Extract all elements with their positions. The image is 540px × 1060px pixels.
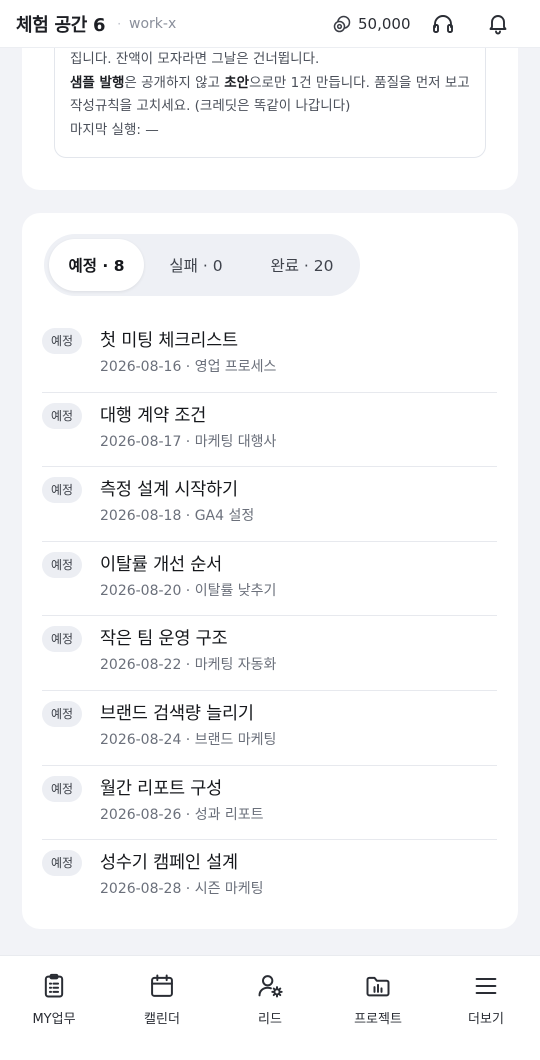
status-badge: 예정 [42, 775, 83, 802]
notice-text: 으로만 1건 만듭니다. 품질을 먼저 보고 [249, 74, 470, 91]
headset-icon[interactable] [431, 12, 455, 36]
item-title: 성수기 캠페인 설계 [100, 853, 238, 874]
tab-completed[interactable]: 완료 · 20 [248, 239, 356, 291]
status-badge: 예정 [42, 700, 83, 727]
item-meta: 2026-08-26 · 성과 리포트 [100, 806, 264, 823]
list-item[interactable]: 예정 성수기 캠페인 설계 2026-08-28 · 시즌 마케팅 [42, 840, 497, 915]
notice-line-3: 작성규칙을 고치세요. (크레딧은 똑같이 나갑니다) [70, 98, 351, 114]
nav-label: 캘린더 [144, 1012, 180, 1027]
nav-more[interactable]: 더보기 [432, 956, 540, 1060]
list-item[interactable]: 예정 이탈률 개선 순서 2026-08-20 · 이탈률 낮추기 [42, 542, 497, 617]
title-separator: · [117, 16, 122, 31]
bottom-nav: MY업무 캘린더 리드 프로젝트 더보기 [0, 955, 540, 1060]
item-meta: 2026-08-17 · 마케팅 대행사 [100, 433, 277, 450]
item-meta: 2026-08-22 · 마케팅 자동화 [100, 657, 277, 674]
item-title: 첫 미팅 체크리스트 [100, 331, 238, 351]
coin-icon [333, 15, 351, 33]
list-item[interactable]: 예정 대행 계약 조건 2026-08-17 · 마케팅 대행사 [42, 393, 497, 468]
nav-projects[interactable]: 프로젝트 [324, 956, 432, 1060]
last-run: 마지막 실행: — [70, 121, 159, 138]
item-title: 측정 설계 시작하기 [100, 480, 238, 501]
notice-text: 은 공개하지 않고 [124, 74, 225, 91]
menu-icon [475, 977, 497, 995]
clipboard-icon [44, 973, 64, 998]
item-meta: 2026-08-18 · GA4 설정 [100, 508, 255, 525]
nav-calendar[interactable]: 캘린더 [108, 956, 216, 1060]
status-badge: 예정 [42, 850, 83, 877]
item-title: 월간 리포트 구성 [100, 778, 223, 799]
status-badge: 예정 [42, 477, 83, 504]
nav-leads[interactable]: 리드 [216, 956, 324, 1060]
item-title: 브랜드 검색량 늘리기 [100, 703, 254, 724]
item-title: 이탈률 개선 순서 [100, 554, 223, 575]
top-bar: 체험 공간 6 · work-x 50,000 [0, 0, 540, 48]
list-item[interactable]: 예정 작은 팀 운영 구조 2026-08-22 · 마케팅 자동화 [42, 616, 497, 691]
queue-card: 예정 · 8 실패 · 0 완료 · 20 예정 첫 미팅 체크리스트 2026… [22, 213, 518, 929]
user-gear-icon [258, 975, 283, 998]
credit-amount: 50,000 [358, 15, 411, 33]
item-title: 작은 팀 운영 구조 [100, 629, 228, 650]
nav-label: MY업무 [32, 1012, 76, 1027]
list-item[interactable]: 예정 브랜드 검색량 늘리기 2026-08-24 · 브랜드 마케팅 [42, 691, 497, 766]
item-meta: 2026-08-16 · 영업 프로세스 [100, 359, 277, 375]
list-item[interactable]: 예정 측정 설계 시작하기 2026-08-18 · GA4 설정 [42, 467, 497, 542]
item-meta: 2026-08-24 · 브랜드 마케팅 [100, 731, 277, 748]
tab-failed[interactable]: 실패 · 0 [146, 239, 246, 291]
list-item[interactable]: 예정 첫 미팅 체크리스트 2026-08-16 · 영업 프로세스 [42, 318, 497, 393]
tab-scheduled[interactable]: 예정 · 8 [49, 239, 144, 291]
item-meta: 2026-08-28 · 시즌 마케팅 [100, 881, 264, 898]
workspace-title[interactable]: 체험 공간 6 [16, 11, 106, 37]
item-title: 대행 계약 조건 [100, 405, 207, 426]
nav-label: 리드 [258, 1012, 282, 1027]
notice-draft: 초안 [224, 74, 250, 91]
notice-line-2: 샘플 발행은 공개하지 않고 초안으로만 1건 만듭니다. 품질을 먼저 보고 [70, 72, 485, 96]
workspace-id: work-x [129, 15, 177, 32]
nav-label: 더보기 [468, 1012, 504, 1027]
list-item[interactable]: 예정 월간 리포트 구성 2026-08-26 · 성과 리포트 [42, 766, 497, 841]
status-badge: 예정 [42, 551, 83, 578]
credit-balance[interactable]: 50,000 [332, 12, 411, 36]
notice-line-1: 집니다. 잔액이 모자라면 그날은 건너뜁니다. [70, 51, 320, 67]
bell-icon[interactable] [486, 11, 510, 35]
nav-my-tasks[interactable]: MY업무 [0, 956, 108, 1060]
notice-sample-publish: 샘플 발행 [70, 74, 125, 91]
status-badge: 예정 [42, 402, 83, 429]
status-badge: 예정 [42, 626, 83, 653]
calendar-icon [151, 974, 173, 997]
folder-chart-icon [366, 976, 390, 997]
scheduled-list: 예정 첫 미팅 체크리스트 2026-08-16 · 영업 프로세스 예정 대행… [42, 318, 497, 915]
status-badge: 예정 [42, 328, 83, 354]
status-tabs: 예정 · 8 실패 · 0 완료 · 20 [44, 234, 360, 296]
nav-label: 프로젝트 [354, 1012, 402, 1027]
item-meta: 2026-08-20 · 이탈률 낮추기 [100, 582, 277, 599]
